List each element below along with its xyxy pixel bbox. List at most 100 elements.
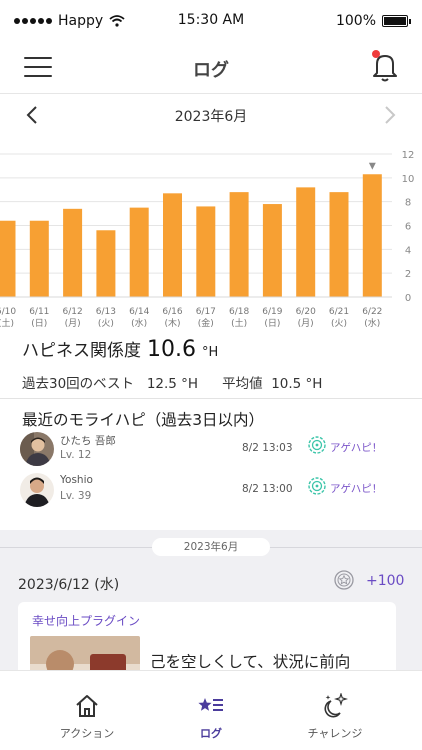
tab-bar: アクション ログ チャレンジ bbox=[0, 670, 422, 750]
agehapi-icon bbox=[308, 436, 326, 454]
user-name: ひたち 吾郎 bbox=[60, 435, 116, 447]
card-photo bbox=[30, 636, 140, 670]
coin-icon bbox=[334, 570, 354, 590]
battery-percent: 100% bbox=[335, 13, 376, 29]
x-tick-date: 6/21 bbox=[329, 307, 349, 317]
happiness-metric: ハピネス関係度 10.6 °H 過去30回のベスト 12.5 °H 平均値 10… bbox=[22, 336, 412, 392]
user-level: Lv. 12 bbox=[60, 449, 92, 461]
user-level: Lv. 39 bbox=[60, 490, 92, 502]
timestamp: 8/2 13:00 bbox=[242, 483, 293, 495]
bar[interactable] bbox=[229, 192, 249, 297]
bar[interactable] bbox=[163, 193, 182, 297]
x-tick-weekday: (土) bbox=[0, 317, 14, 329]
average-label: 平均値 bbox=[222, 376, 263, 392]
x-tick-weekday: (水) bbox=[131, 317, 147, 329]
x-tick-date: 6/22 bbox=[362, 307, 382, 317]
recent-section-title: 最近のモライハピ（過去3日以内） bbox=[22, 411, 265, 429]
bar[interactable] bbox=[329, 192, 349, 297]
x-tick-date: 6/18 bbox=[229, 307, 249, 317]
x-tick-date: 6/12 bbox=[62, 307, 82, 317]
x-tick-weekday: (金) bbox=[198, 317, 214, 329]
average-value: 10.5 °H bbox=[271, 376, 323, 392]
bar[interactable] bbox=[0, 220, 16, 297]
tab-challenge[interactable]: チャレンジ bbox=[265, 671, 405, 750]
y-tick-label: 8 bbox=[405, 198, 411, 209]
metric-value: 10.6 bbox=[147, 337, 196, 362]
tab-log[interactable]: ログ bbox=[141, 671, 281, 750]
bar[interactable] bbox=[296, 187, 316, 297]
app-header: ログ bbox=[0, 42, 422, 94]
x-tick-date: 6/20 bbox=[296, 307, 316, 317]
best-label: 過去30回のベスト bbox=[22, 376, 134, 392]
agehapi-icon bbox=[308, 477, 326, 495]
star-list-icon bbox=[198, 698, 223, 711]
x-tick-weekday: (火) bbox=[98, 318, 114, 329]
x-tick-date: 6/14 bbox=[129, 307, 149, 317]
chevron-right-icon[interactable] bbox=[378, 104, 400, 126]
notification-button[interactable] bbox=[370, 50, 400, 82]
divider bbox=[0, 398, 422, 399]
card-tag: 幸せ向上プラグイン bbox=[32, 614, 141, 628]
x-tick-date: 6/16 bbox=[162, 307, 182, 317]
card-text: 己を空しくして、状況に前向 bbox=[150, 653, 351, 670]
bar[interactable] bbox=[96, 230, 116, 297]
tab-label: チャレンジ bbox=[307, 727, 363, 740]
recent-item[interactable]: ひたち 吾郎 Lv. 12 8/2 13:03 アゲハピ！ bbox=[20, 432, 410, 470]
avatar bbox=[20, 432, 54, 466]
x-tick-date: 6/11 bbox=[29, 307, 49, 317]
x-tick-date: 6/13 bbox=[96, 307, 116, 317]
bar[interactable] bbox=[129, 207, 149, 297]
tab-label: アクション bbox=[59, 727, 115, 740]
tab-action[interactable]: アクション bbox=[17, 671, 157, 750]
battery-group: 100% bbox=[335, 13, 411, 29]
x-tick-weekday: (土) bbox=[231, 317, 247, 329]
x-tick-date: 6/17 bbox=[196, 307, 216, 317]
y-tick-label: 4 bbox=[405, 245, 411, 256]
month-navigator: 2023年6月 bbox=[0, 96, 422, 136]
agehapi-label: アゲハピ！ bbox=[330, 483, 383, 495]
y-tick-label: 10 bbox=[402, 174, 415, 185]
month-label: 2023年6月 bbox=[174, 109, 248, 125]
x-tick-weekday: (日) bbox=[31, 318, 47, 329]
log-section: 2023年6月 2023/6/12 (水) +100 幸せ向上プラグイン 己を空… bbox=[0, 530, 422, 670]
happiness-chart: 0246810126/10(土)6/11(日)6/12(月)6/13(火)6/1… bbox=[0, 142, 422, 330]
points-value: +100 bbox=[366, 573, 405, 589]
status-bar: Happy 15:30 AM 100% bbox=[0, 0, 422, 42]
notification-badge bbox=[372, 50, 380, 58]
x-tick-date: 6/19 bbox=[262, 307, 282, 317]
metric-label: ハピネス関係度 bbox=[22, 341, 141, 361]
bar-chart: 0246810126/10(土)6/11(日)6/12(月)6/13(火)6/1… bbox=[0, 150, 415, 329]
bar[interactable] bbox=[362, 174, 382, 297]
bar[interactable] bbox=[63, 208, 83, 297]
metric-unit: °H bbox=[201, 345, 219, 360]
best-value: 12.5 °H bbox=[146, 376, 199, 392]
y-tick-label: 2 bbox=[405, 269, 411, 280]
x-tick-weekday: (日) bbox=[264, 318, 280, 329]
y-tick-label: 6 bbox=[405, 222, 411, 233]
latest-marker: ▼ bbox=[369, 161, 376, 171]
y-tick-label: 0 bbox=[405, 293, 411, 304]
x-tick-weekday: (水) bbox=[364, 317, 380, 329]
x-tick-weekday: (月) bbox=[298, 318, 314, 329]
month-pill: 2023年6月 bbox=[152, 538, 270, 556]
bar[interactable] bbox=[262, 204, 282, 297]
entry-date: 2023/6/12 (水) bbox=[18, 577, 120, 593]
battery-icon bbox=[382, 15, 411, 27]
avatar bbox=[20, 473, 54, 507]
x-tick-date: 6/10 bbox=[0, 307, 16, 317]
x-tick-weekday: (火) bbox=[331, 318, 347, 329]
timestamp: 8/2 13:03 bbox=[242, 442, 293, 454]
bar[interactable] bbox=[29, 220, 49, 297]
tab-label: ログ bbox=[200, 727, 222, 740]
agehapi-label: アゲハピ！ bbox=[330, 442, 383, 454]
x-tick-weekday: (月) bbox=[65, 318, 81, 329]
page-title: ログ bbox=[193, 60, 229, 81]
bar[interactable] bbox=[196, 206, 216, 297]
house-icon bbox=[76, 695, 98, 717]
recent-item[interactable]: Yoshio Lv. 39 8/2 13:00 アゲハピ！ bbox=[20, 473, 410, 511]
x-tick-weekday: (木) bbox=[164, 317, 180, 329]
user-name: Yoshio bbox=[60, 474, 93, 486]
log-card[interactable]: 幸せ向上プラグイン 己を空しくして、状況に前向 bbox=[18, 602, 396, 670]
sparkle-moon-icon bbox=[324, 693, 348, 718]
y-tick-label: 12 bbox=[402, 150, 415, 161]
